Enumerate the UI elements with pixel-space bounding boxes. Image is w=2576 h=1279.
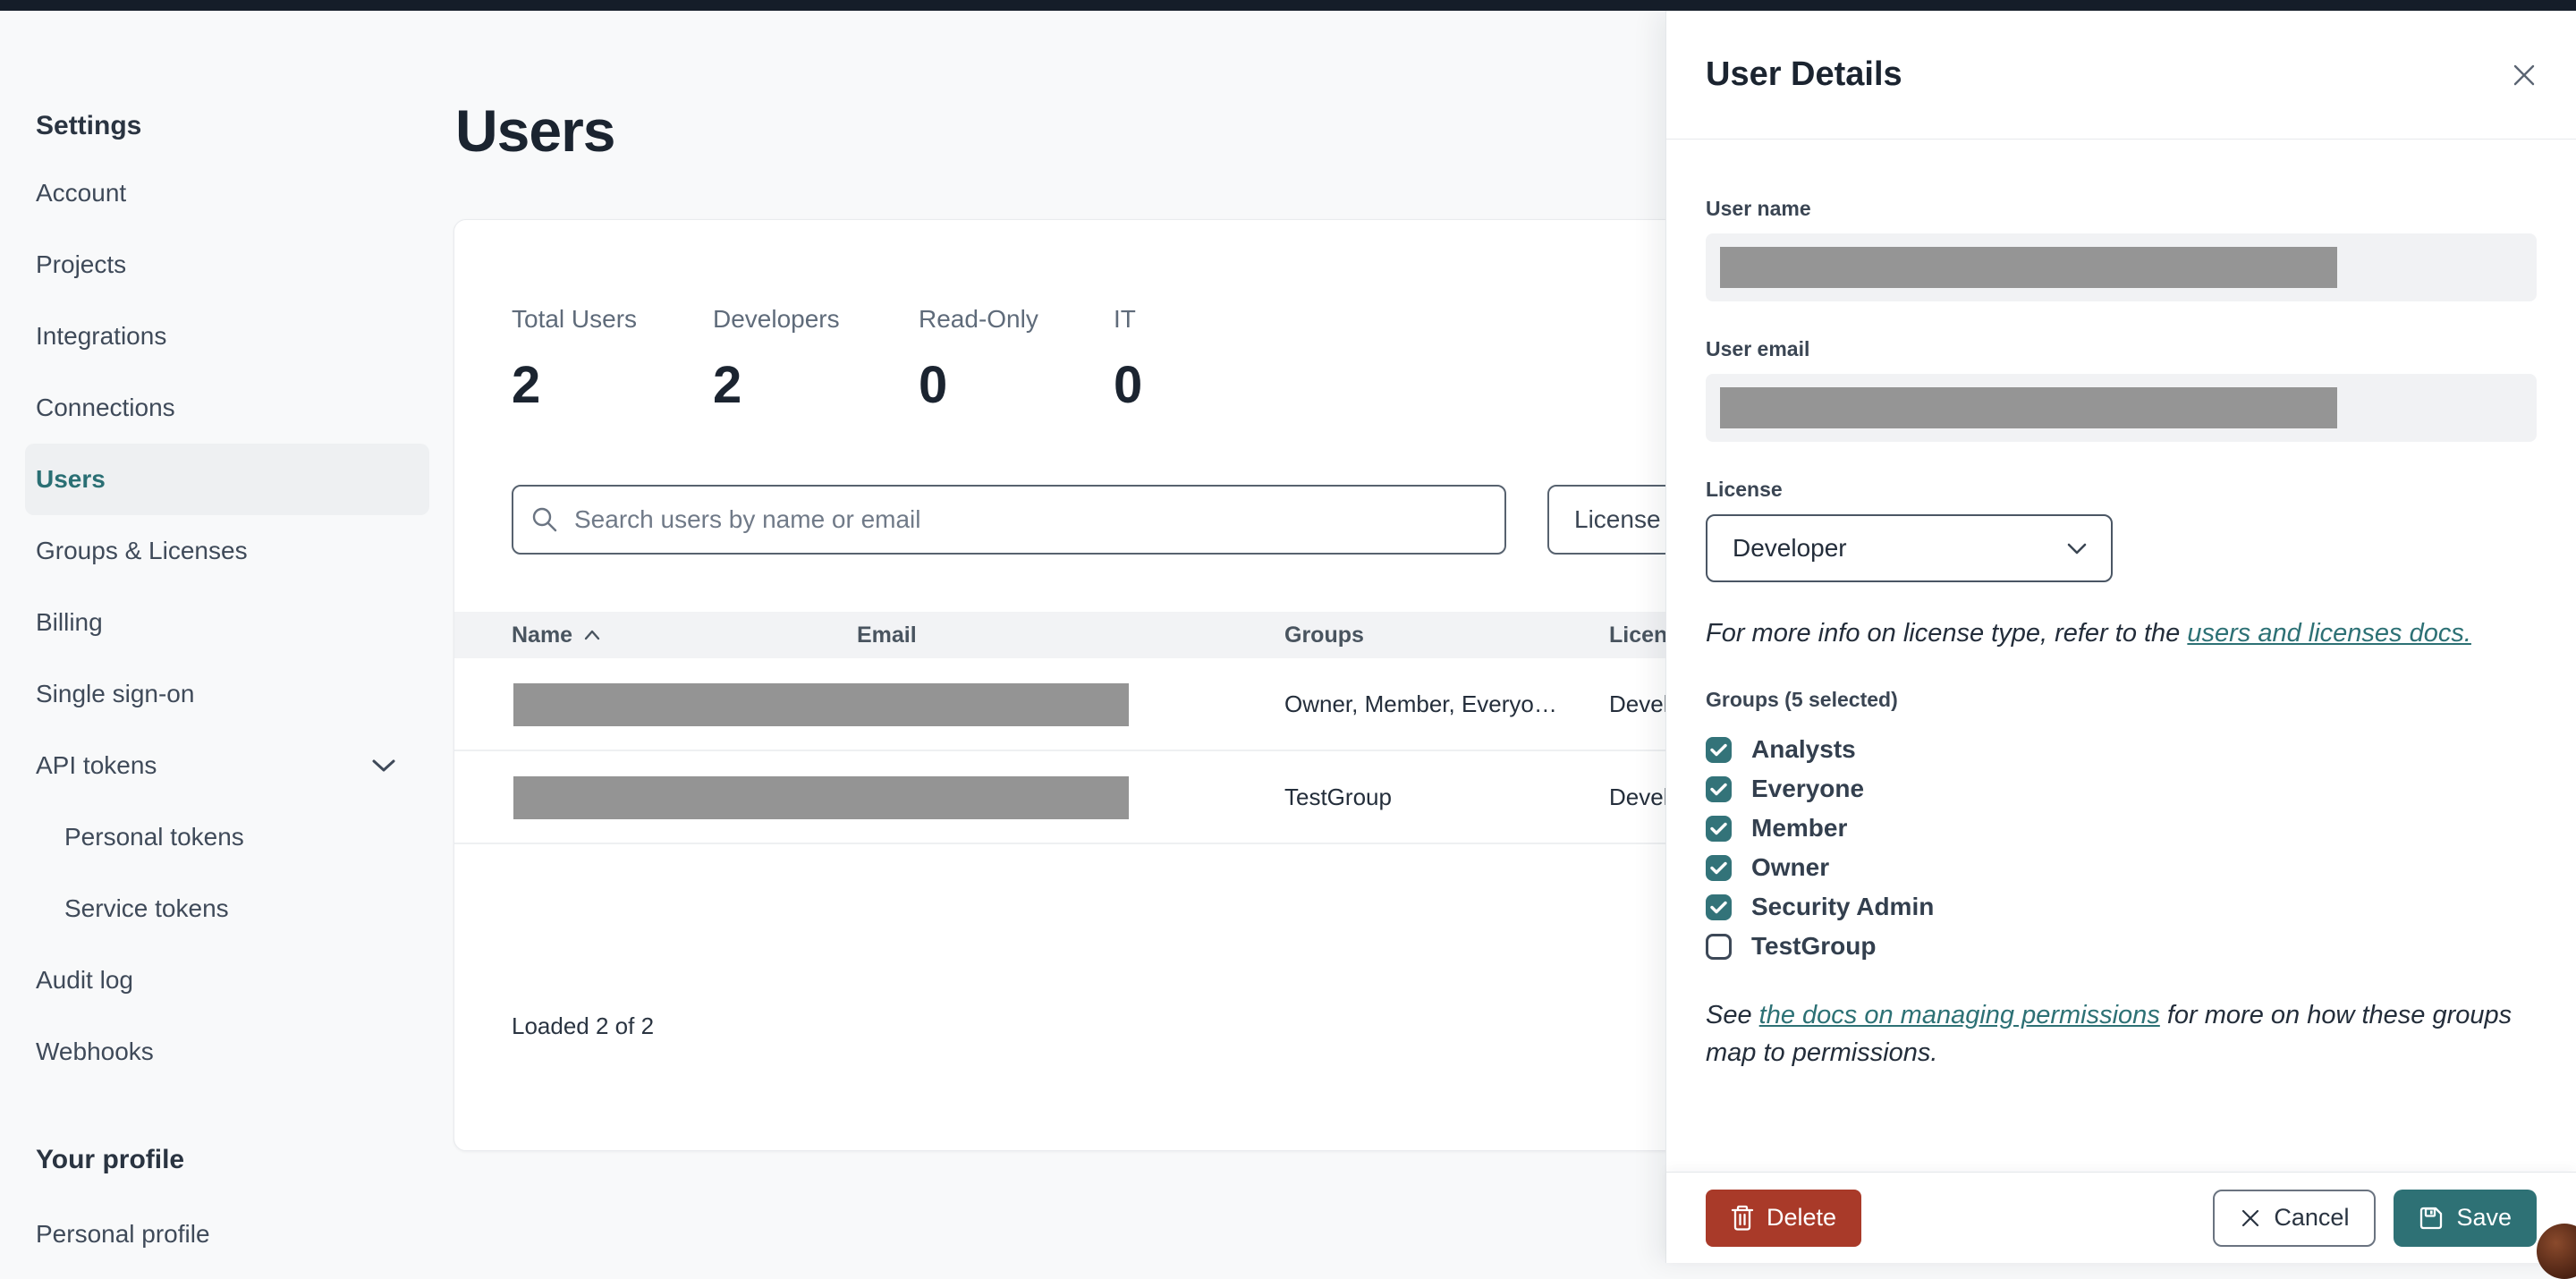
group-checkbox-row-owner[interactable]: Owner xyxy=(1706,848,2537,887)
loaded-count-text: Loaded 2 of 2 xyxy=(512,1012,655,1039)
search-input[interactable] xyxy=(574,505,1487,534)
panel-body: User name User email License Developer F… xyxy=(1666,140,2576,1172)
user-email-label: User email xyxy=(1706,337,1810,360)
stat-total-users-value: 2 xyxy=(512,356,541,414)
sidebar-item-account[interactable]: Account xyxy=(25,157,429,229)
x-icon xyxy=(2240,1207,2261,1229)
sidebar-item-groups-licenses[interactable]: Groups & Licenses xyxy=(25,515,429,587)
license-note: For more info on license type, refer to … xyxy=(1706,619,2471,648)
checkbox-checked-icon[interactable] xyxy=(1706,775,1732,802)
stat-read-only: Read-Only 0 xyxy=(919,305,1114,415)
sidebar-item-api-tokens[interactable]: API tokens xyxy=(25,730,429,801)
group-checkbox-row-testgroup[interactable]: TestGroup xyxy=(1706,927,2537,966)
group-checkbox-row-member[interactable]: Member xyxy=(1706,809,2537,848)
sidebar-item-billing[interactable]: Billing xyxy=(25,587,429,658)
sidebar-item-integrations[interactable]: Integrations xyxy=(25,301,429,372)
search-icon xyxy=(531,506,558,533)
column-header-groups[interactable]: Groups xyxy=(1284,623,1609,648)
checkbox-checked-icon[interactable] xyxy=(1706,894,1732,920)
sidebar-item-connections[interactable]: Connections xyxy=(25,372,429,444)
page-title: Users xyxy=(455,97,615,164)
column-header-name[interactable]: Name xyxy=(512,623,857,648)
users-table: Name Email Groups License Owner, Member,… xyxy=(454,612,1705,844)
cancel-button[interactable]: Cancel xyxy=(2213,1189,2377,1247)
permissions-note: See the docs on managing permissions for… xyxy=(1706,1001,2512,1067)
sidebar-item-users[interactable]: Users xyxy=(25,444,429,515)
panel-header: User Details xyxy=(1666,11,2576,140)
delete-button[interactable]: Delete xyxy=(1706,1189,1862,1247)
top-window-bar xyxy=(0,0,2576,11)
row-groups-cell: TestGroup xyxy=(1284,783,1392,810)
checkbox-checked-icon[interactable] xyxy=(1706,854,1732,881)
sidebar-item-audit-log[interactable]: Audit log xyxy=(25,944,429,1016)
checkbox-unchecked-icon[interactable] xyxy=(1706,933,1732,960)
group-checkbox-row-security-admin[interactable]: Security Admin xyxy=(1706,887,2537,927)
checkbox-checked-icon[interactable] xyxy=(1706,736,1732,763)
checkbox-checked-icon[interactable] xyxy=(1706,815,1732,842)
sidebar-item-projects[interactable]: Projects xyxy=(25,229,429,301)
close-icon xyxy=(2511,62,2538,89)
stat-developers-value: 2 xyxy=(713,356,742,414)
save-disk-icon xyxy=(2419,1206,2444,1231)
group-checkbox-row-analysts[interactable]: Analysts xyxy=(1706,730,2537,769)
settings-sidebar: Settings Account Projects Integrations C… xyxy=(0,11,452,1263)
save-button[interactable]: Save xyxy=(2394,1189,2537,1247)
sort-ascending-icon xyxy=(583,629,601,641)
sidebar-section-title-your-profile: Your profile xyxy=(36,1145,185,1174)
user-email-field[interactable] xyxy=(1706,374,2537,442)
redacted-user-email xyxy=(1720,387,2337,428)
user-stats: Total Users 2 Developers 2 Read-Only 0 I… xyxy=(512,305,1142,415)
sidebar-item-webhooks[interactable]: Webhooks xyxy=(25,1016,429,1088)
sidebar-item-service-tokens[interactable]: Service tokens xyxy=(25,873,429,944)
panel-footer: Delete Cancel Save xyxy=(1666,1172,2576,1263)
sidebar-item-single-sign-on[interactable]: Single sign-on xyxy=(25,658,429,730)
panel-title: User Details xyxy=(1706,55,1902,93)
sidebar-nav: Account Projects Integrations Connection… xyxy=(25,157,429,1088)
license-select[interactable]: Developer xyxy=(1706,514,2113,582)
sidebar-item-personal-tokens[interactable]: Personal tokens xyxy=(25,801,429,873)
trash-icon xyxy=(1731,1205,1754,1232)
sidebar-item-personal-profile[interactable]: Personal profile xyxy=(36,1216,210,1252)
close-button[interactable] xyxy=(2504,55,2544,95)
user-name-field[interactable] xyxy=(1706,233,2537,301)
column-header-email[interactable]: Email xyxy=(857,623,1284,648)
users-table-header: Name Email Groups License xyxy=(454,612,1705,658)
table-row[interactable]: Owner, Member, Everyo… Developer xyxy=(454,658,1705,751)
chevron-down-icon xyxy=(2066,542,2088,555)
table-row[interactable]: TestGroup Developer xyxy=(454,751,1705,844)
users-and-licenses-docs-link[interactable]: users and licenses docs. xyxy=(2187,619,2471,648)
redacted-name-email xyxy=(513,683,1129,726)
stat-it-value: 0 xyxy=(1114,356,1143,414)
redacted-user-name xyxy=(1720,247,2337,288)
redacted-name-email xyxy=(513,776,1129,819)
license-select-value: Developer xyxy=(1733,534,1847,562)
sidebar-section-title-settings: Settings xyxy=(36,111,142,140)
license-label: License xyxy=(1706,478,1783,501)
managing-permissions-docs-link[interactable]: the docs on managing permissions xyxy=(1759,1001,2160,1029)
row-groups-cell: Owner, Member, Everyo… xyxy=(1284,690,1557,717)
user-search xyxy=(512,485,1506,555)
stat-read-only-value: 0 xyxy=(919,356,948,414)
stat-developers: Developers 2 xyxy=(713,305,919,415)
chevron-down-icon xyxy=(370,758,397,774)
stat-it: IT 0 xyxy=(1114,305,1143,414)
stat-total-users: Total Users 2 xyxy=(512,305,713,415)
group-checkbox-row-everyone[interactable]: Everyone xyxy=(1706,769,2537,809)
groups-selected-label: Groups (5 selected) xyxy=(1706,688,1898,711)
users-card: Total Users 2 Developers 2 Read-Only 0 I… xyxy=(453,219,1706,1151)
user-details-panel: User Details User name User email Licens… xyxy=(1665,11,2576,1263)
user-name-label: User name xyxy=(1706,197,1811,220)
